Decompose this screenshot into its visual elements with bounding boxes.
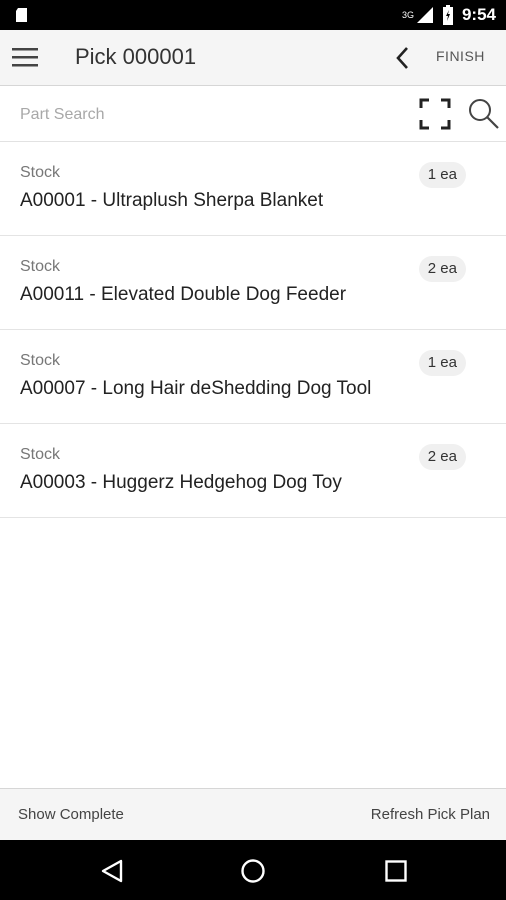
signal-icon (416, 7, 433, 23)
item-title: A00011 - Elevated Double Dog Feeder (20, 284, 347, 305)
part-search-input[interactable] (20, 102, 400, 128)
page-title: Pick 000001 (75, 44, 197, 69)
qty-badge: 2 ea (418, 256, 466, 282)
menu-icon[interactable] (12, 46, 38, 68)
bottom-action-bar: Show Complete Refresh Pick Plan (0, 788, 506, 840)
finish-button[interactable]: FINISH (436, 48, 485, 64)
search-bar (0, 86, 506, 142)
refresh-pick-plan-button[interactable]: Refresh Pick Plan (371, 806, 490, 823)
qty-badge: 2 ea (418, 444, 466, 470)
list-item[interactable]: Stock A00003 - Huggerz Hedgehog Dog Toy … (0, 424, 506, 518)
triangle-back-icon[interactable] (99, 858, 125, 884)
square-recents-icon[interactable] (383, 858, 409, 884)
scan-frame-icon[interactable] (418, 97, 452, 131)
item-title: A00007 - Long Hair deShedding Dog Tool (20, 378, 372, 399)
item-type: Stock (20, 446, 61, 463)
qty-badge: 1 ea (418, 162, 466, 188)
item-title: A00001 - Ultraplush Sherpa Blanket (20, 190, 324, 211)
item-type: Stock (20, 258, 61, 275)
status-time: 9:54 (461, 5, 496, 24)
circle-home-icon[interactable] (240, 858, 266, 884)
show-complete-button[interactable]: Show Complete (18, 806, 124, 823)
chevron-left-icon[interactable] (392, 45, 414, 71)
battery-icon (442, 5, 453, 25)
list-item[interactable]: Stock A00001 - Ultraplush Sherpa Blanket… (0, 142, 506, 236)
item-type: Stock (20, 164, 61, 181)
network-type: 3G (401, 10, 414, 20)
list-item[interactable]: Stock A00011 - Elevated Double Dog Feede… (0, 236, 506, 330)
system-nav-bar (0, 840, 506, 900)
item-type: Stock (20, 352, 61, 369)
status-bar: 3G 9:54 (0, 0, 506, 30)
search-icon[interactable] (466, 96, 500, 130)
status-icons: 3G 9:54 (402, 0, 496, 30)
pick-item-list: Stock A00001 - Ultraplush Sherpa Blanket… (0, 142, 506, 518)
item-title: A00003 - Huggerz Hedgehog Dog Toy (20, 472, 342, 493)
sd-card-icon (16, 8, 27, 22)
qty-badge: 1 ea (418, 350, 466, 376)
app-bar: Pick 000001 FINISH (0, 30, 506, 86)
list-item[interactable]: Stock A00007 - Long Hair deShedding Dog … (0, 330, 506, 424)
